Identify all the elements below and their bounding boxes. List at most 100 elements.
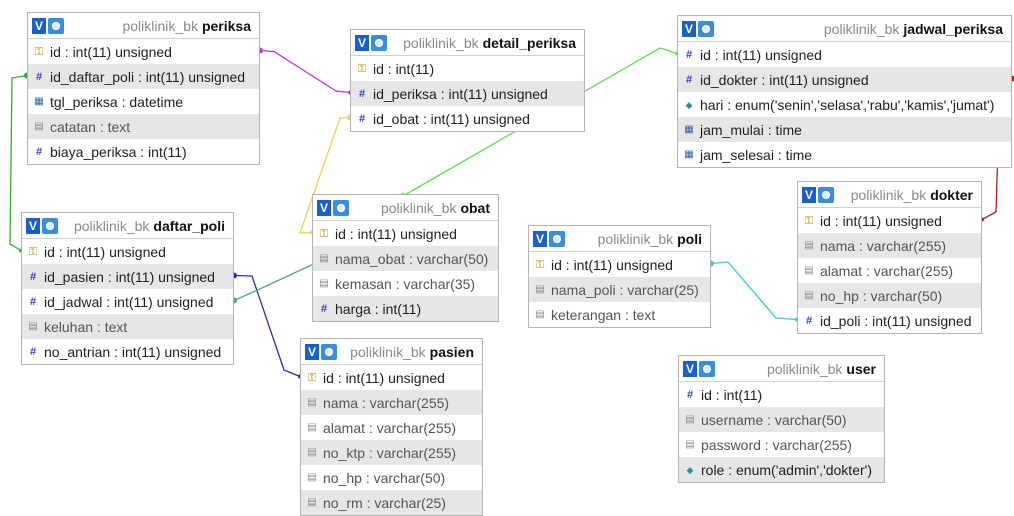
table-header[interactable]: Vpoliklinik_bk user: [679, 356, 884, 382]
text-icon: ▤: [307, 446, 317, 458]
column-row[interactable]: # id_daftar_poli : int(11) unsigned: [28, 64, 259, 89]
column-row[interactable]: ▤ nama_poli : varchar(25): [529, 277, 710, 302]
gear-icon[interactable]: [321, 343, 337, 360]
column-row[interactable]: ▤ no_hp : varchar(50): [798, 283, 981, 308]
column-row[interactable]: ▤ username : varchar(50): [679, 407, 884, 432]
column-row[interactable]: ▤ keterangan : text: [529, 302, 710, 327]
table-header[interactable]: Vpoliklinik_bk poli: [529, 226, 710, 252]
gear-icon[interactable]: [333, 199, 349, 216]
column-row[interactable]: ◆ hari : enum('senin','selasa','rabu','ka…: [678, 92, 1011, 117]
column-label: id_daftar_poli : int(11) unsigned: [50, 68, 246, 85]
column-row[interactable]: ▤ no_rm : varchar(25): [301, 490, 482, 515]
table-periksa[interactable]: Vpoliklinik_bk periksa ⚿ id : int(11) unsig…: [27, 12, 260, 165]
view-toggle-icon[interactable]: V: [305, 343, 319, 360]
column-row[interactable]: ▤ alamat : varchar(255): [798, 258, 981, 283]
column-row[interactable]: ▤ catatan : text: [28, 114, 259, 139]
column-row[interactable]: ▦ tgl_periksa : datetime: [28, 89, 259, 114]
view-toggle-icon[interactable]: V: [355, 34, 369, 51]
view-toggle-icon[interactable]: V: [533, 230, 547, 247]
column-row[interactable]: ▦ jam_selesai : time: [678, 142, 1011, 167]
link-periksa-detail: [259, 49, 351, 94]
column-row[interactable]: # id_pasien : int(11) unsigned: [22, 264, 233, 289]
column-row[interactable]: # biaya_periksa : int(11): [28, 139, 259, 164]
enum-icon: ◆: [686, 464, 694, 475]
enum-icon: ◆: [685, 99, 693, 110]
gear-icon[interactable]: [818, 186, 834, 203]
column-row[interactable]: ⚿ id : int(11) unsigned: [529, 252, 710, 277]
column-row[interactable]: # id_poli : int(11) unsigned: [798, 308, 981, 333]
table-detail_periksa[interactable]: Vpoliklinik_bk detail_periksa ⚿ id : int(11…: [350, 29, 585, 132]
table-pasien[interactable]: Vpoliklinik_bk pasien ⚿ id : int(11) unsign…: [300, 338, 483, 516]
view-toggle-icon[interactable]: V: [682, 20, 696, 37]
column-row[interactable]: ▤ keluhan : text: [22, 314, 233, 339]
column-row[interactable]: # id : int(11): [679, 382, 884, 407]
gear-icon[interactable]: [48, 17, 64, 34]
table-header[interactable]: Vpoliklinik_bk periksa: [28, 13, 259, 39]
gear-icon[interactable]: [698, 20, 714, 37]
column-row[interactable]: ◆ role : enum('admin','dokter'): [679, 457, 884, 482]
column-label: id : int(11): [701, 386, 763, 403]
link-daftar-pasien: [233, 274, 301, 378]
column-row[interactable]: ⚿ id : int(11) unsigned: [28, 39, 259, 64]
gear-icon[interactable]: [549, 230, 565, 247]
column-row[interactable]: ▦ jam_mulai : time: [678, 117, 1011, 142]
hash-icon: #: [358, 112, 366, 125]
column-row[interactable]: ▤ password : varchar(255): [679, 432, 884, 457]
column-row[interactable]: # id_obat : int(11) unsigned: [351, 106, 584, 131]
table-header[interactable]: Vpoliklinik_bk daftar_poli: [22, 213, 233, 239]
column-label: keluhan : text: [44, 318, 128, 335]
text-icon: ▤: [28, 320, 38, 332]
hash-icon: #: [29, 295, 37, 308]
table-header[interactable]: Vpoliklinik_bk detail_periksa: [351, 30, 584, 56]
column-row[interactable]: ▤ nama : varchar(255): [798, 233, 981, 258]
table-header[interactable]: Vpoliklinik_bk pasien: [301, 339, 482, 365]
column-row[interactable]: ▤ nama_obat : varchar(50): [313, 246, 498, 271]
column-label: keterangan : text: [551, 306, 656, 323]
column-row[interactable]: # id : int(11) unsigned: [678, 42, 1011, 67]
table-header[interactable]: Vpoliklinik_bk obat: [313, 195, 498, 221]
key-icon: ⚿: [28, 245, 38, 258]
table-poli[interactable]: Vpoliklinik_bk poli ⚿ id : int(11) unsigned…: [528, 225, 711, 328]
column-row[interactable]: # harga : int(11): [313, 296, 498, 321]
view-toggle-icon[interactable]: V: [683, 360, 697, 377]
table-user[interactable]: Vpoliklinik_bk user # id : int(11) ▤ username…: [678, 355, 885, 483]
gear-icon[interactable]: [699, 360, 715, 377]
table-header[interactable]: Vpoliklinik_bk dokter: [798, 182, 981, 208]
table-jadwal_periksa[interactable]: Vpoliklinik_bk jadwal_periksa # id : int(11…: [677, 15, 1012, 168]
column-row[interactable]: # id_jadwal : int(11) unsigned: [22, 289, 233, 314]
column-row[interactable]: ⚿ id : int(11): [351, 56, 584, 81]
column-label: biaya_periksa : int(11): [50, 143, 187, 160]
gear-icon[interactable]: [371, 34, 387, 51]
column-label: id_obat : int(11) unsigned: [373, 110, 530, 127]
column-row[interactable]: ⚿ id : int(11) unsigned: [313, 221, 498, 246]
view-toggle-icon[interactable]: V: [26, 217, 40, 234]
column-row[interactable]: ▤ no_hp : varchar(50): [301, 465, 482, 490]
database-name: poliklinik_bk: [73, 217, 150, 234]
column-row[interactable]: ▤ nama : varchar(255): [301, 390, 482, 415]
view-toggle-icon[interactable]: V: [802, 186, 816, 203]
column-row[interactable]: # no_antrian : int(11) unsigned: [22, 339, 233, 364]
column-row[interactable]: ▤ kemasan : varchar(35): [313, 271, 498, 296]
table-daftar_poli[interactable]: Vpoliklinik_bk daftar_poli ⚿ id : int(11) u…: [21, 212, 234, 365]
column-label: no_ktp : varchar(255): [323, 444, 457, 461]
gear-icon[interactable]: [42, 217, 58, 234]
hash-icon: #: [29, 270, 37, 283]
column-row[interactable]: ⚿ id : int(11) unsigned: [22, 239, 233, 264]
table-header[interactable]: Vpoliklinik_bk jadwal_periksa: [678, 16, 1011, 42]
view-toggle-icon[interactable]: V: [317, 199, 331, 216]
column-row[interactable]: ▤ no_ktp : varchar(255): [301, 440, 482, 465]
column-label: alamat : varchar(255): [820, 262, 954, 279]
table-dokter[interactable]: Vpoliklinik_bk dokter ⚿ id : int(11) unsign…: [797, 181, 982, 334]
database-name: poliklinik_bk: [403, 34, 479, 51]
column-row[interactable]: # id_dokter : int(11) unsigned: [678, 67, 1011, 92]
table-name: daftar_poli: [153, 217, 225, 234]
hash-icon: #: [685, 73, 693, 86]
column-row[interactable]: ⚿ id : int(11) unsigned: [301, 365, 482, 390]
view-toggle-icon[interactable]: V: [32, 17, 46, 34]
column-row[interactable]: ⚿ id : int(11) unsigned: [798, 208, 981, 233]
column-label: tgl_periksa : datetime: [50, 93, 184, 110]
column-row[interactable]: ▤ alamat : varchar(255): [301, 415, 482, 440]
column-row[interactable]: # id_periksa : int(11) unsigned: [351, 81, 584, 106]
table-obat[interactable]: Vpoliklinik_bk obat ⚿ id : int(11) unsigned…: [312, 194, 499, 322]
column-label: id : int(11): [373, 60, 435, 77]
